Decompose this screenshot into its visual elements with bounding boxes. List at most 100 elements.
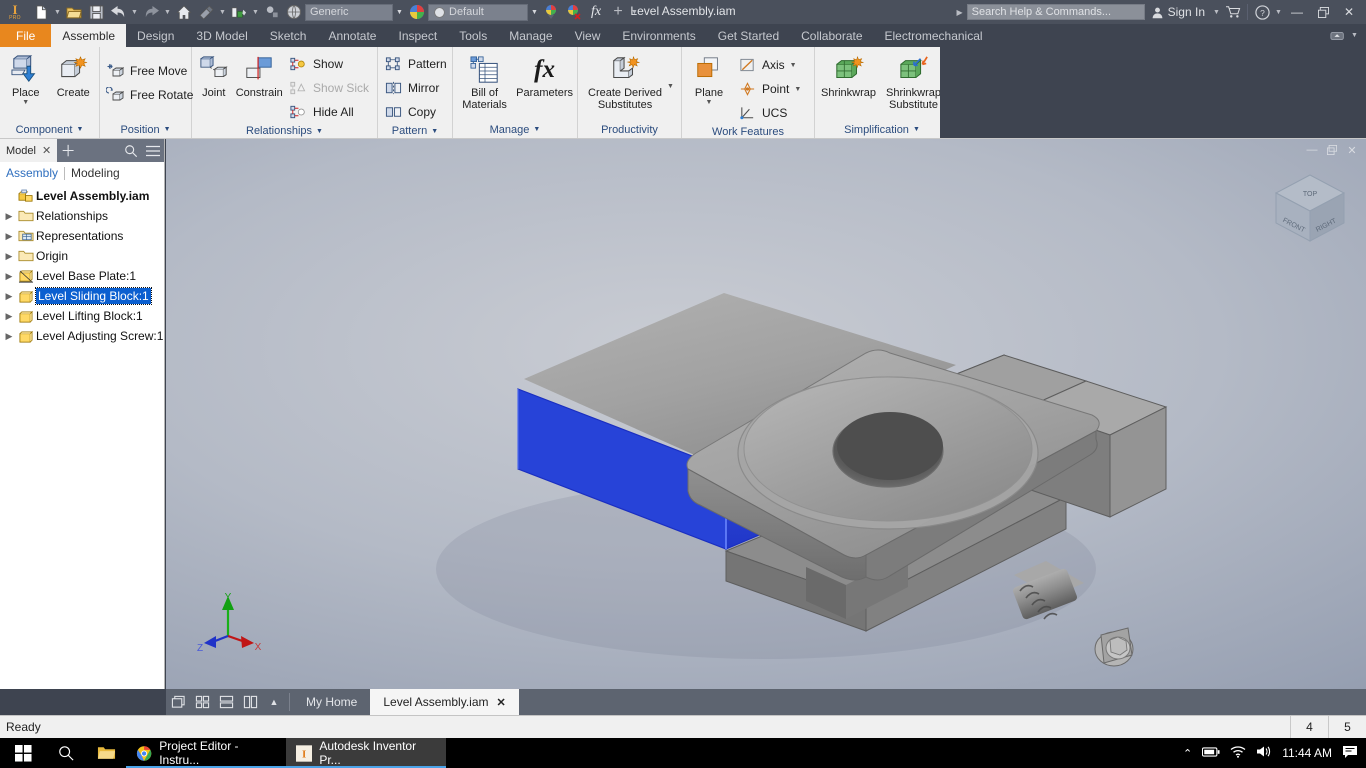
pattern-button[interactable]: Pattern [381,52,452,76]
tree-item-level-base-plate[interactable]: ▶ Level Base Plate:1 [2,266,164,286]
close-icon[interactable]: ✕ [497,696,506,709]
tab-electromechanical[interactable]: Electromechanical [874,24,994,47]
create-derived-substitutes-button[interactable]: Create Derived Substitutes [585,51,665,113]
minimize-button[interactable]: — [1284,0,1310,24]
appearance-swatch-icon[interactable] [406,1,428,23]
panel-manage-caret[interactable]: ▼ [533,126,540,133]
hide-all-button[interactable]: Hide All [286,100,374,124]
tree-item-level-adjusting-screw[interactable]: ▶ Level Adjusting Screw:1 [2,326,164,346]
subtab-modeling[interactable]: Modeling [71,166,120,180]
tab-inspect[interactable]: Inspect [387,24,448,47]
clear-appearance-icon[interactable] [563,1,585,23]
tree-expander[interactable]: ▶ [2,251,16,262]
collapse-up-icon[interactable]: ▲ [262,689,286,715]
taskbar-app-project-editor[interactable]: Project Editor - Instru... [126,738,286,768]
panel-relationships-caret[interactable]: ▼ [316,128,323,135]
new-file-icon[interactable] [30,1,52,23]
subtab-assembly[interactable]: Assembly [6,166,58,180]
globe-icon[interactable] [283,1,305,23]
panel-relationships-title[interactable]: Relationships ▼ [195,124,374,138]
mirror-button[interactable]: Mirror [381,76,452,100]
tree-expander[interactable]: ▶ [2,331,16,342]
signin-dropdown-arrow[interactable]: ▼ [1211,1,1222,23]
ribbon-collapse-arrow[interactable]: ▼ [1349,25,1360,47]
tree-item-origin[interactable]: ▶ Origin [2,246,164,266]
close-icon[interactable]: ✕ [42,144,51,157]
show-button[interactable]: Show [286,52,374,76]
appearance-icon[interactable] [195,1,217,23]
ucs-button[interactable]: UCS [735,101,806,125]
appearance-combo-arrow[interactable]: ▼ [528,9,541,16]
plane-dropdown-caret[interactable]: ▼ [706,99,713,106]
shrinkwrap-button[interactable]: Shrinkwrap [818,51,879,101]
doc-tab-level-assembly[interactable]: Level Assembly.iam ✕ [370,689,518,715]
tree-item-relationships[interactable]: ▶ Relationships [2,206,164,226]
notification-icon[interactable] [1342,745,1358,762]
tab-manage[interactable]: Manage [498,24,563,47]
copy-button[interactable]: Copy [381,100,452,124]
tree-item-assembly-root[interactable]: Level Assembly.iam [2,186,164,206]
tree-item-level-lifting-block[interactable]: ▶ Level Lifting Block:1 [2,306,164,326]
tab-view[interactable]: View [564,24,612,47]
file-explorer-icon[interactable] [86,738,126,768]
material-icon[interactable] [228,1,250,23]
new-file-dropdown-arrow[interactable]: ▼ [52,1,63,23]
taskbar-app-autodesk-inventor[interactable]: I Autodesk Inventor Pr... [286,738,446,768]
tree-expander[interactable]: ▶ [2,311,16,322]
undo-icon[interactable] [107,1,129,23]
tab-get-started[interactable]: Get Started [707,24,790,47]
tile-grid-icon[interactable] [190,689,214,715]
create-button[interactable]: Create [51,51,97,101]
tab-sketch[interactable]: Sketch [259,24,318,47]
panel-position-title[interactable]: Position ▼ [103,121,188,138]
panel-component-title[interactable]: Component ▼ [3,121,96,138]
tree-expander[interactable]: ▶ [2,271,16,282]
tray-chevron-icon[interactable]: ⌃ [1183,747,1192,760]
taskbar-clock[interactable]: 11:44 AM [1282,746,1332,760]
tree-item-level-sliding-block[interactable]: ▶ Level Sliding Block:1 [2,286,164,306]
point-dropdown-caret[interactable]: ▼ [794,86,801,93]
redo-dropdown-arrow[interactable]: ▼ [162,1,173,23]
apply-appearance-icon[interactable] [541,1,563,23]
search-icon[interactable] [46,738,86,768]
free-move-button[interactable]: Free Move [103,59,198,83]
material-combo-arrow[interactable]: ▼ [393,9,406,16]
panel-component-caret[interactable]: ▼ [76,126,83,133]
tree-expander[interactable]: ▶ [2,211,16,222]
plus-icon[interactable]: ＋ [57,139,79,162]
restore-button[interactable] [1310,0,1336,24]
ribbon-collapse-icon[interactable] [1327,25,1349,47]
tab-collaborate[interactable]: Collaborate [790,24,873,47]
doc-tab-my-home[interactable]: My Home [293,689,370,715]
add-to-qat-icon[interactable]: + [607,1,629,23]
tab-annotate[interactable]: Annotate [317,24,387,47]
select-icon[interactable] [261,1,283,23]
panel-simplification-title[interactable]: Simplification ▼ [818,121,946,138]
browser-tab-model[interactable]: Model ✕ [0,139,57,162]
tree-expander[interactable]: ▶ [2,291,16,302]
axis-dropdown-caret[interactable]: ▼ [790,62,797,69]
tab-tools[interactable]: Tools [448,24,498,47]
hamburger-icon[interactable] [142,139,164,162]
assembly-model[interactable] [166,139,1366,689]
help-icon[interactable]: ? [1251,1,1273,23]
graphics-viewport[interactable]: — ✕ [166,139,1366,689]
tree-item-representations[interactable]: ▶ Representations [2,226,164,246]
help-dropdown-arrow[interactable]: ▼ [1273,1,1284,23]
plane-button[interactable]: Plane ▼ [685,51,733,108]
free-rotate-button[interactable]: Free Rotate [103,83,198,107]
parameters-button[interactable]: fx Parameters [515,51,574,101]
appearance-combo[interactable]: Default ▼ [428,4,541,21]
panel-overflow-button[interactable] [957,55,983,81]
tab-design[interactable]: Design [126,24,185,47]
material-dropdown-arrow[interactable]: ▼ [250,1,261,23]
appearance-dropdown-arrow[interactable]: ▼ [217,1,228,23]
open-file-icon[interactable] [63,1,85,23]
wifi-icon[interactable] [1230,745,1246,761]
redo-icon[interactable] [140,1,162,23]
tab-file[interactable]: File [0,24,51,47]
tile-horizontal-icon[interactable] [214,689,238,715]
cart-icon[interactable] [1222,1,1244,23]
shrinkwrap-substitute-button[interactable]: Shrinkwrap Substitute [881,51,946,113]
panel-manage-title[interactable]: Manage ▼ [456,121,574,138]
